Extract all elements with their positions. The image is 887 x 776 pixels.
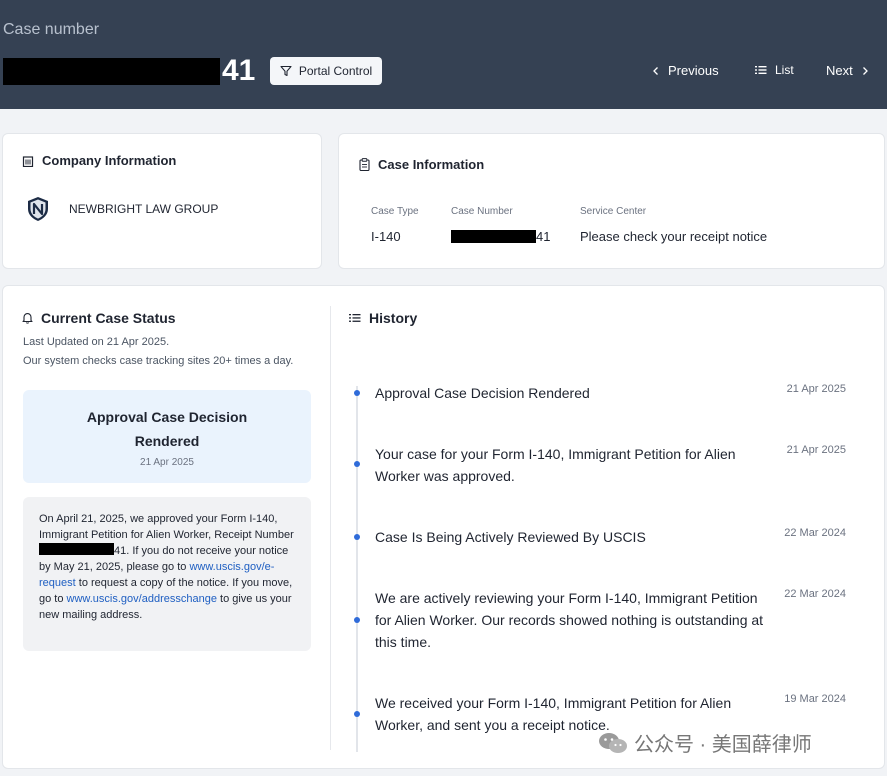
company-information-label: Company Information: [42, 153, 177, 168]
history-item: Approval Case Decision Rendered: [375, 385, 590, 401]
list-button[interactable]: List: [755, 63, 794, 77]
company-logo-icon: [28, 197, 48, 221]
case-number-column: Case Number 41: [451, 206, 550, 244]
chevron-left-icon: [653, 66, 658, 75]
portal-control-label: Portal Control: [298, 64, 373, 78]
list-icon: [349, 314, 361, 322]
history-item: Case Is Being Actively Reviewed By USCIS: [375, 529, 646, 545]
timeline-dot: [354, 461, 360, 467]
chevron-right-icon: [862, 66, 868, 75]
timeline-dot: [354, 390, 360, 396]
previous-label: Previous: [668, 63, 719, 78]
bell-icon: [22, 313, 33, 324]
column-divider: [330, 306, 331, 750]
company-row: NEWBRIGHT LAW GROUP: [26, 196, 218, 222]
watermark-text: 公众号 · 美国薛律师: [634, 734, 812, 756]
service-center-value: Please check your receipt notice: [580, 229, 768, 244]
list-icon: [755, 66, 767, 74]
next-label: Next: [826, 63, 853, 78]
current-case-status-label: Current Case Status: [41, 310, 176, 326]
service-center-label: Service Center: [580, 206, 647, 217]
history-timeline: [356, 386, 358, 752]
history-title: History: [349, 310, 417, 326]
case-number-display: 41: [3, 56, 255, 86]
redaction-bar: [451, 230, 536, 243]
timeline-dot: [354, 711, 360, 717]
status-summary-box: Approval Case Decision Rendered 21 Apr 2…: [23, 390, 311, 483]
case-number-label: Case number: [3, 21, 100, 38]
building-icon: [22, 155, 34, 167]
redaction-bar: [39, 543, 114, 555]
history-item-date: 22 Mar 2024: [784, 527, 846, 539]
case-number-suffix: 41: [222, 54, 256, 87]
current-case-status-title: Current Case Status: [22, 310, 176, 326]
history-item-date: 19 Mar 2024: [784, 693, 846, 705]
timeline-dot: [354, 534, 360, 540]
case-status-card: Current Case Status Last Updated on 21 A…: [2, 285, 885, 769]
case-information-title: Case Information: [359, 157, 484, 172]
status-notice-box: On April 21, 2025, we approved your Form…: [23, 497, 311, 651]
history-item-date: 21 Apr 2025: [786, 383, 846, 395]
previous-button[interactable]: Previous: [652, 63, 719, 78]
history-item-date: 21 Apr 2025: [786, 444, 846, 456]
history-item-date: 22 Mar 2024: [784, 588, 846, 600]
portal-control-button[interactable]: Portal Control: [270, 57, 382, 85]
case-information-card: Case Information Case Type I-140 Case Nu…: [338, 133, 885, 269]
filter-icon: [280, 65, 292, 77]
company-information-title: Company Information: [22, 153, 176, 168]
service-center-column: Service Center Please check your receipt…: [580, 206, 767, 244]
address-change-link[interactable]: www.uscis.gov/addresschange: [67, 593, 217, 605]
list-label: List: [775, 63, 794, 77]
timeline-dot: [354, 617, 360, 623]
history-item: We are actively reviewing your Form I-14…: [375, 590, 764, 650]
case-number-col-value-wrap: 41: [451, 229, 550, 244]
company-name: NEWBRIGHT LAW GROUP: [69, 202, 219, 216]
wechat-watermark: 公众号 · 美国薛律师: [598, 728, 812, 757]
check-frequency-text: Our system checks case tracking sites 20…: [23, 355, 294, 367]
page-header: Case number 41 Portal Control Previous L…: [0, 0, 887, 109]
last-updated-text: Last Updated on 21 Apr 2025.: [23, 336, 170, 348]
history-item: Your case for your Form I-140, Immigrant…: [375, 446, 736, 484]
clipboard-icon: [359, 158, 370, 171]
status-summary-title: Approval Case Decision Rendered: [86, 409, 248, 449]
case-type-label: Case Type: [371, 206, 419, 217]
company-information-card: Company Information NEWBRIGHT LAW GROUP: [2, 133, 322, 269]
case-type-column: Case Type I-140: [371, 206, 419, 244]
history-label: History: [369, 310, 418, 326]
wechat-icon: [599, 732, 627, 753]
case-information-label: Case Information: [378, 157, 485, 172]
receipt-number-suffix: 41: [114, 545, 127, 557]
case-type-value: I-140: [371, 229, 401, 244]
status-summary-date: 21 Apr 2025: [140, 457, 194, 468]
case-number-col-value: 41: [536, 229, 551, 244]
redaction-bar: [3, 57, 220, 85]
notice-text-1: On April 21, 2025, we approved your Form…: [39, 513, 294, 541]
next-button[interactable]: Next: [826, 63, 869, 78]
case-number-col-label: Case Number: [451, 206, 513, 217]
